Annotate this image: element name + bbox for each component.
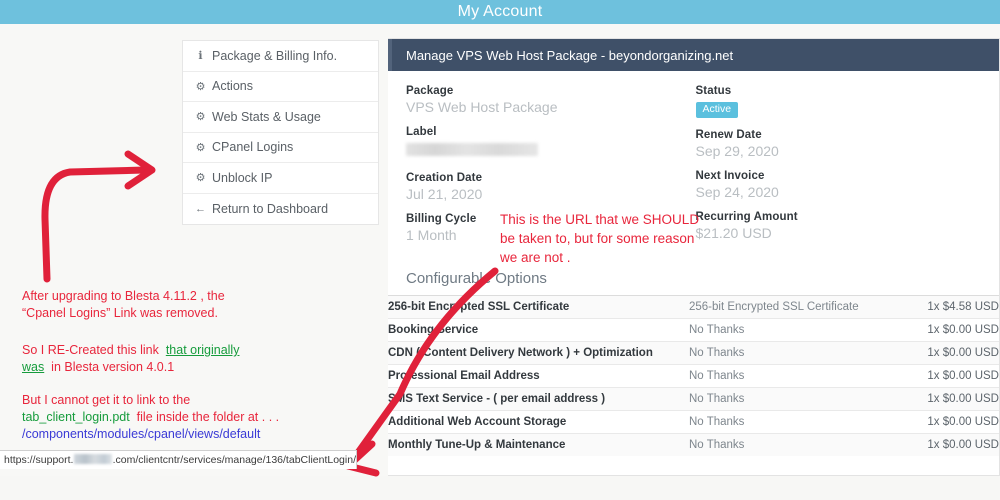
sidebar-item-label: Unblock IP — [212, 170, 273, 185]
sidebar-item-label: Web Stats & Usage — [212, 109, 321, 124]
field-label: Creation Date — [406, 172, 483, 184]
annotation-url-note: This is the URL that we SHOULD be taken … — [500, 210, 699, 267]
field-value: Sep 24, 2020 — [695, 183, 779, 200]
gear-icon: ⚙ — [195, 111, 206, 124]
note3-line1: But I cannot get it to link to the — [22, 393, 191, 407]
annotation-note-1: After upgrading to Blesta 4.11.2 , the “… — [22, 288, 225, 322]
note2-green-2: was — [22, 360, 45, 374]
service-nav-list: ℹ Package & Billing Info. ⚙ Actions ⚙ Web Sta… — [182, 40, 379, 225]
note2-suffix: in Blesta version 4.0.1 — [44, 360, 175, 374]
sidebar-item-label: Actions — [212, 79, 253, 94]
screenshot-root: My Account ℹ Package & Billing Info. ⚙ Acti… — [0, 0, 1000, 500]
option-name: CDN ( Content Delivery Network ) + Optim… — [388, 347, 653, 359]
note2-prefix: So I RE-Created this link — [22, 343, 166, 357]
note2-green-1: that originally — [165, 343, 240, 357]
browser-status-bar: https://support. .com/clientcntr/services… — [0, 450, 357, 469]
table-row: CDN ( Content Delivery Network ) + Optim… — [388, 341, 999, 365]
field-label: Renew Date — [695, 128, 762, 141]
field-label: Label — [406, 126, 437, 138]
gear-icon: ⚙ — [195, 80, 206, 93]
field-next-invoice: Next Invoice Sep 24, 2020 — [696, 170, 986, 200]
option-name: SMS Text Service - ( per email address ) — [388, 393, 606, 405]
page-body: ℹ Package & Billing Info. ⚙ Actions ⚙ Web Sta… — [0, 24, 1000, 477]
option-name: Professional Email Address — [388, 370, 540, 382]
option-price: 1x $0.00 USD — [927, 347, 999, 359]
sidebar-item-label: Return to Dashboard — [212, 201, 329, 216]
info-circle-icon: ℹ — [198, 50, 203, 63]
details-column-right: Status Active Renew Date Sep 29, 2020 Next I… — [695, 85, 986, 270]
sidebar-item-label: CPanel Logins — [212, 140, 294, 155]
field-value: VPS Web Host Package — [406, 99, 558, 115]
field-status: Status Active — [695, 85, 986, 118]
url-note-line2: be taken to, but for some reason — [500, 231, 695, 246]
option-name: Monthly Tune-Up & Maintenance — [388, 439, 566, 451]
arrow-to-cpanel-logins-head — [124, 150, 156, 190]
option-value: No Thanks — [689, 416, 745, 428]
url-note-line3: we are not . — [500, 250, 571, 265]
option-value: No Thanks — [689, 393, 745, 405]
status-badge: Active — [695, 102, 739, 118]
field-value-redacted — [406, 143, 538, 156]
option-price: 1x $0.00 USD — [927, 416, 999, 428]
status-url-redacted — [74, 454, 112, 464]
table-row: SMS Text Service - ( per email address )… — [388, 387, 999, 411]
field-label: Package — [406, 85, 454, 97]
field-value: $21.20 USD — [695, 224, 772, 241]
url-note-line1: This is the URL that we SHOULD — [500, 212, 700, 227]
field-renew-date: Renew Date Sep 29, 2020 — [696, 129, 986, 159]
note3-green-filename: tab_client_login.pdt — [22, 410, 130, 424]
field-label: Recurring Amount — [695, 210, 798, 223]
annotation-note-3: But I cannot get it to link to the tab_c… — [22, 392, 279, 443]
sidebar-item-unblock-ip[interactable]: ⚙ Unblock IP — [183, 163, 378, 194]
option-name: Additional Web Account Storage — [388, 416, 567, 428]
arrow-to-cpanel-logins-shaft — [41, 166, 149, 283]
option-name: 256-bit Encrypted SSL Certificate — [388, 301, 570, 313]
configurable-options-table: 256-bit Encrypted SSL Certificate 256-bit… — [388, 295, 999, 456]
field-label: Label — [406, 126, 696, 161]
option-value: No Thanks — [689, 324, 745, 336]
field-label: Next Invoice — [695, 169, 765, 182]
table-row: Monthly Tune-Up & Maintenance No Thanks 1x… — [388, 433, 999, 456]
gear-icon: ⚙ — [195, 141, 206, 154]
table-row: 256-bit Encrypted SSL Certificate 256-bit… — [388, 295, 999, 319]
option-price: 1x $0.00 USD — [927, 370, 999, 382]
gear-icon: ⚙ — [195, 172, 206, 185]
annotation-note-2: So I RE-Created this link that originall… — [22, 342, 239, 376]
sidebar-item-package-billing-info[interactable]: ℹ Package & Billing Info. — [183, 41, 378, 72]
table-row: Additional Web Account Storage No Thanks 1… — [388, 410, 999, 434]
option-value: 256-bit Encrypted SSL Certificate — [689, 301, 859, 313]
field-package: Package VPS Web Host Package — [406, 85, 696, 115]
sidebar-item-web-stats-usage[interactable]: ⚙ Web Stats & Usage — [183, 102, 378, 133]
option-value: No Thanks — [689, 439, 745, 451]
option-price: 1x $4.58 USD — [927, 301, 999, 313]
note3-red-tail: file inside the folder at . . . — [129, 410, 280, 424]
field-value: Jul 21, 2020 — [406, 186, 483, 202]
configurable-options-title: Configurable Options — [406, 270, 547, 287]
note1-line2: “Cpanel Logins” Link was removed. — [22, 306, 218, 320]
option-price: 1x $0.00 USD — [927, 393, 999, 405]
option-price: 1x $0.00 USD — [927, 324, 999, 336]
sidebar-item-cpanel-logins[interactable]: ⚙ CPanel Logins — [183, 133, 378, 163]
option-name: Booking Service — [388, 324, 479, 336]
sidebar-item-actions[interactable]: ⚙ Actions — [183, 72, 378, 102]
option-value: No Thanks — [689, 370, 745, 382]
field-recurring-amount: Recurring Amount $21.20 USD — [696, 211, 986, 241]
option-value: No Thanks — [689, 347, 745, 359]
option-price: 1x $0.00 USD — [927, 439, 999, 451]
note3-blue-path: /components/modules/cpanel/views/default — [22, 427, 261, 441]
note1-line1: After upgrading to Blesta 4.11.2 , the — [22, 289, 225, 303]
table-row: Professional Email Address No Thanks 1x $0… — [388, 364, 999, 388]
status-url-prefix: https://support. — [4, 454, 74, 466]
panel-header-title: Manage VPS Web Host Package - beyondorga… — [388, 39, 999, 71]
table-row: Booking Service No Thanks 1x $0.00 USD — [388, 318, 999, 342]
sidebar-item-return-to-dashboard[interactable]: ← Return to Dashboard — [183, 194, 378, 225]
sidebar-item-label: Package & Billing Info. — [212, 48, 338, 63]
status-url-suffix: .com/clientcntr/services/manage/136/tabC… — [112, 454, 356, 466]
field-label: Status — [695, 85, 732, 97]
arrow-left-icon: ← — [195, 202, 206, 215]
field-creation-date: Creation Date Jul 21, 2020 — [406, 172, 696, 202]
page-banner-title: My Account — [0, 0, 1000, 24]
field-value: Sep 29, 2020 — [695, 142, 779, 159]
